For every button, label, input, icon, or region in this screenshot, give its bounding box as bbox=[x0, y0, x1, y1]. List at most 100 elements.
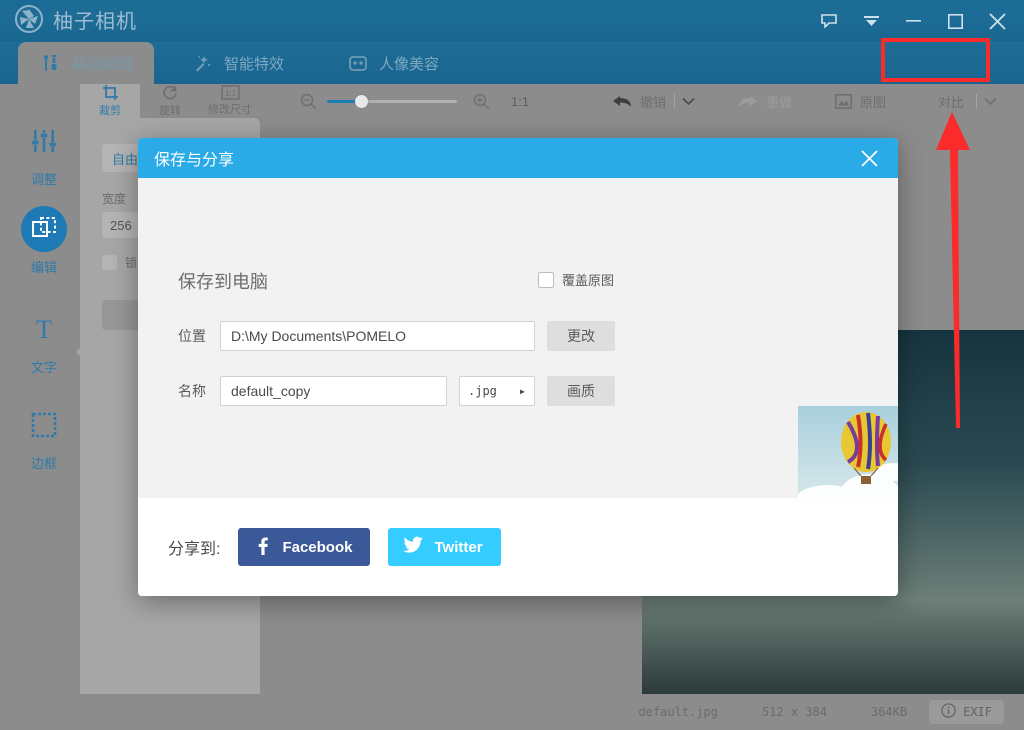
compare-separator bbox=[976, 84, 977, 118]
brand-name: 柚子相机 bbox=[53, 5, 137, 34]
zoom-slider-track[interactable] bbox=[327, 100, 457, 103]
minimize-icon[interactable] bbox=[892, 0, 934, 42]
rail-item-label: 边框 bbox=[31, 453, 57, 472]
original-image-label: 原图 bbox=[860, 92, 886, 111]
panel-tabs: 裁剪 旋转 1:1 修改尺寸 bbox=[80, 84, 260, 118]
close-icon[interactable] bbox=[856, 145, 882, 171]
tab-label: 人像美容 bbox=[379, 53, 439, 74]
status-bar: default.jpg 512 x 384 364KB EXIF bbox=[0, 694, 1024, 730]
rail-item-edit[interactable]: 编辑 bbox=[0, 206, 88, 276]
zoom-slider-knob[interactable] bbox=[355, 95, 368, 108]
filename-input[interactable]: default_copy bbox=[220, 376, 447, 406]
quality-button[interactable]: 画质 bbox=[547, 376, 615, 406]
change-location-button[interactable]: 更改 bbox=[547, 321, 615, 351]
svg-text:1:1: 1:1 bbox=[224, 89, 236, 98]
panel-tab-label: 旋转 bbox=[159, 102, 181, 118]
status-filesize: 364KB bbox=[849, 705, 929, 719]
comment-icon[interactable] bbox=[808, 0, 850, 42]
undo-dropdown[interactable] bbox=[682, 84, 695, 118]
overwrite-checkbox-box[interactable] bbox=[538, 272, 554, 288]
svg-text:T: T bbox=[36, 315, 52, 344]
facebook-icon bbox=[252, 535, 272, 559]
info-icon bbox=[941, 703, 956, 721]
status-exif-button[interactable]: EXIF bbox=[929, 700, 1004, 724]
filename-label: 名称 bbox=[178, 381, 208, 401]
undo-label: 撤销 bbox=[640, 92, 666, 111]
close-icon[interactable] bbox=[976, 0, 1018, 42]
sliders-icon bbox=[21, 118, 67, 164]
share-twitter-label: Twitter bbox=[434, 539, 482, 556]
face-beauty-icon bbox=[347, 52, 369, 74]
tab-portrait-beauty[interactable]: 人像美容 bbox=[325, 42, 461, 84]
panel-tab-label: 修改尺寸 bbox=[208, 101, 252, 117]
rail-item-text[interactable]: T 文字 bbox=[0, 306, 88, 376]
lock-aspect-label: 锁 bbox=[125, 254, 137, 271]
redo-label: 重做 bbox=[766, 92, 792, 111]
share-label: 分享到: bbox=[168, 535, 220, 559]
panel-tab-crop[interactable]: 裁剪 bbox=[80, 84, 140, 118]
text-T-icon: T bbox=[21, 306, 67, 352]
save-section-title: 保存到电脑 bbox=[178, 268, 268, 294]
twitter-icon bbox=[402, 535, 424, 559]
tab-label: 智能特效 bbox=[224, 53, 284, 74]
undo-separator bbox=[674, 84, 675, 118]
aperture-icon bbox=[14, 4, 44, 34]
chevron-down-bar-icon[interactable] bbox=[850, 0, 892, 42]
status-exif-label: EXIF bbox=[963, 705, 992, 719]
dialog-body: 保存到电脑 覆盖原图 位置 D:\My Documents\POMELO 更改 … bbox=[138, 178, 898, 538]
lock-aspect-checkbox[interactable]: 锁 bbox=[102, 254, 137, 271]
status-dimensions: 512 x 384 bbox=[740, 705, 849, 719]
lock-aspect-box[interactable] bbox=[102, 255, 117, 270]
save-share-dialog: 保存与分享 保存到电脑 覆盖原图 位置 D:\My Documents\POME… bbox=[138, 138, 898, 596]
dialog-header: 保存与分享 bbox=[138, 138, 898, 178]
panel-tab-rotate[interactable]: 旋转 bbox=[140, 84, 200, 118]
window-controls bbox=[808, 0, 1018, 42]
dialog-share-footer: 分享到: Facebook Twitter bbox=[138, 498, 898, 596]
format-select[interactable]: .jpg ▸ bbox=[459, 376, 535, 406]
tab-smart-effects[interactable]: 智能特效 bbox=[170, 42, 306, 84]
tab-basic-edit[interactable]: 基础编辑 bbox=[18, 42, 154, 84]
border-frame-icon bbox=[21, 402, 67, 448]
brand: 柚子相机 bbox=[14, 4, 137, 34]
panel-tab-label: 裁剪 bbox=[99, 102, 121, 118]
rail-item-border[interactable]: 边框 bbox=[0, 402, 88, 472]
compare-button[interactable]: 对比 bbox=[938, 84, 964, 118]
undo-button[interactable]: 撤销 bbox=[612, 84, 666, 118]
magic-wand-icon bbox=[192, 52, 214, 74]
crop-frame-icon bbox=[21, 206, 67, 252]
rail-item-label: 文字 bbox=[31, 357, 57, 376]
share-facebook-button[interactable]: Facebook bbox=[238, 528, 370, 566]
rail-item-label: 调整 bbox=[31, 169, 57, 188]
dialog-title: 保存与分享 bbox=[154, 146, 234, 170]
share-twitter-button[interactable]: Twitter bbox=[388, 528, 500, 566]
location-label: 位置 bbox=[178, 326, 208, 346]
share-facebook-label: Facebook bbox=[282, 539, 352, 556]
rail-item-label: 编辑 bbox=[31, 257, 57, 276]
filename-row: 名称 default_copy .jpg ▸ 画质 bbox=[178, 376, 615, 406]
tab-bar: 基础编辑 智能特效 人像美容 bbox=[0, 42, 1024, 84]
zoom-slider[interactable] bbox=[327, 84, 457, 118]
tab-label: 基础编辑 bbox=[72, 53, 132, 74]
overwrite-checkbox[interactable]: 覆盖原图 bbox=[538, 270, 614, 289]
maximize-icon[interactable] bbox=[934, 0, 976, 42]
chevron-down-icon[interactable] bbox=[984, 84, 997, 118]
original-image-button[interactable]: 原图 bbox=[835, 84, 886, 118]
wrench-brush-icon bbox=[40, 52, 62, 74]
location-row: 位置 D:\My Documents\POMELO 更改 bbox=[178, 321, 615, 351]
status-filename: default.jpg bbox=[616, 705, 739, 719]
overwrite-checkbox-label: 覆盖原图 bbox=[562, 270, 614, 289]
zoom-out-button[interactable] bbox=[300, 84, 317, 118]
format-value: .jpg bbox=[468, 384, 497, 398]
compare-label: 对比 bbox=[938, 92, 964, 111]
location-input[interactable]: D:\My Documents\POMELO bbox=[220, 321, 535, 351]
rail-item-adjust[interactable]: 调整 bbox=[0, 118, 88, 188]
zoom-in-button[interactable] bbox=[473, 84, 490, 118]
width-label: 宽度 bbox=[102, 190, 126, 207]
tool-rail: 调整 编辑 T 文字 边框 bbox=[0, 118, 88, 730]
zoom-ratio-label: 1:1 bbox=[511, 84, 529, 118]
title-bar: 柚子相机 bbox=[0, 0, 1024, 42]
chevron-right-icon: ▸ bbox=[519, 384, 526, 398]
panel-tab-resize[interactable]: 1:1 修改尺寸 bbox=[200, 84, 260, 118]
application-window: 柚子相机 bbox=[0, 0, 1024, 730]
redo-button[interactable]: 重做 bbox=[738, 84, 792, 118]
